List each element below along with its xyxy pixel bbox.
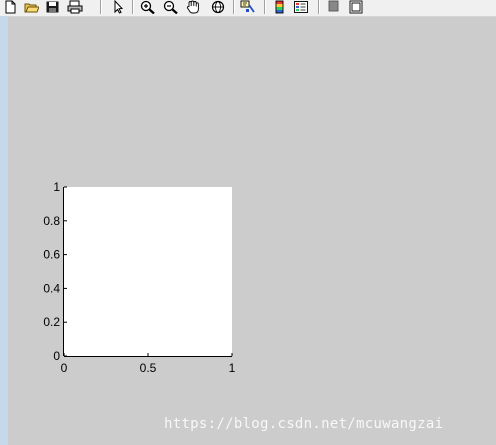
plot-axes[interactable]: 0 0.5 1 0 0.2 0.4 0.6 0.8 1	[0, 0, 496, 445]
x-tick-label: 1	[229, 361, 236, 375]
watermark-text: https://blog.csdn.net/mcuwangzai	[164, 416, 444, 432]
x-tick-label: 0.5	[140, 361, 157, 375]
y-tick-label: 1	[53, 180, 60, 194]
y-tick-label: 0.2	[43, 315, 60, 329]
y-tick-label: 0.6	[43, 248, 60, 262]
x-tick-label: 0	[61, 361, 68, 375]
figure-window: 0 0.5 1 0 0.2 0.4 0.6 0.8 1 https://blog.csdn.n…	[0, 0, 496, 445]
axes-background	[64, 187, 232, 356]
y-tick-label: 0	[53, 349, 60, 363]
y-tick-label: 0.4	[43, 281, 60, 295]
y-tick-label: 0.8	[43, 214, 60, 228]
